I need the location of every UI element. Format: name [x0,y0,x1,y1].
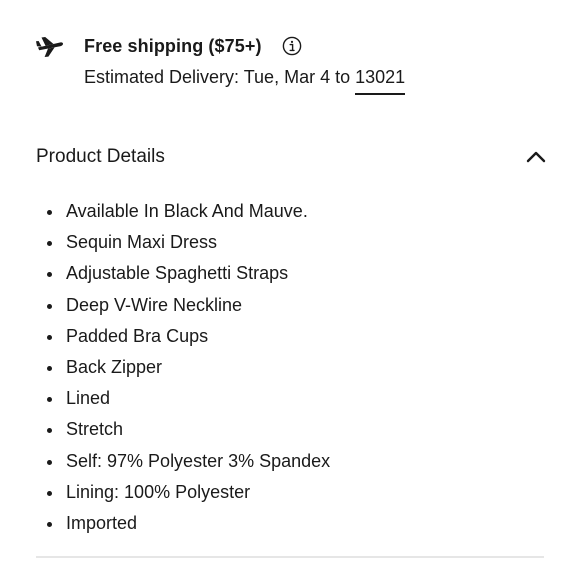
list-item: Deep V-Wire Neckline [36,290,546,321]
list-item: Stretch [36,414,546,445]
list-item: Self: 97% Polyester 3% Spandex [36,446,546,477]
shipping-title: Free shipping ($75+) [84,36,262,56]
product-details-title: Product Details [36,146,165,167]
estimated-delivery: Estimated Delivery: Tue, Mar 4 to 13021 [84,65,406,95]
info-icon[interactable] [282,36,302,56]
airplane-icon [36,36,64,58]
section-divider [36,556,544,558]
list-item: Imported [36,508,546,539]
list-item: Back Zipper [36,352,546,383]
list-item: Sequin Maxi Dress [36,227,546,258]
product-details-toggle[interactable]: Product Details [36,143,546,171]
list-item: Padded Bra Cups [36,321,546,352]
shipping-info: Free shipping ($75+) Estimated Delivery:… [36,34,556,98]
product-details-list: Available In Black And Mauve. Sequin Max… [36,196,546,539]
delivery-text: Estimated Delivery: Tue, Mar 4 to [84,67,356,87]
list-item: Lining: 100% Polyester [36,477,546,508]
list-item: Available In Black And Mauve. [36,196,546,227]
zip-code-link[interactable]: 13021 [355,65,406,95]
list-item: Adjustable Spaghetti Straps [36,258,546,289]
chevron-up-icon[interactable] [526,149,546,163]
list-item: Lined [36,383,546,414]
